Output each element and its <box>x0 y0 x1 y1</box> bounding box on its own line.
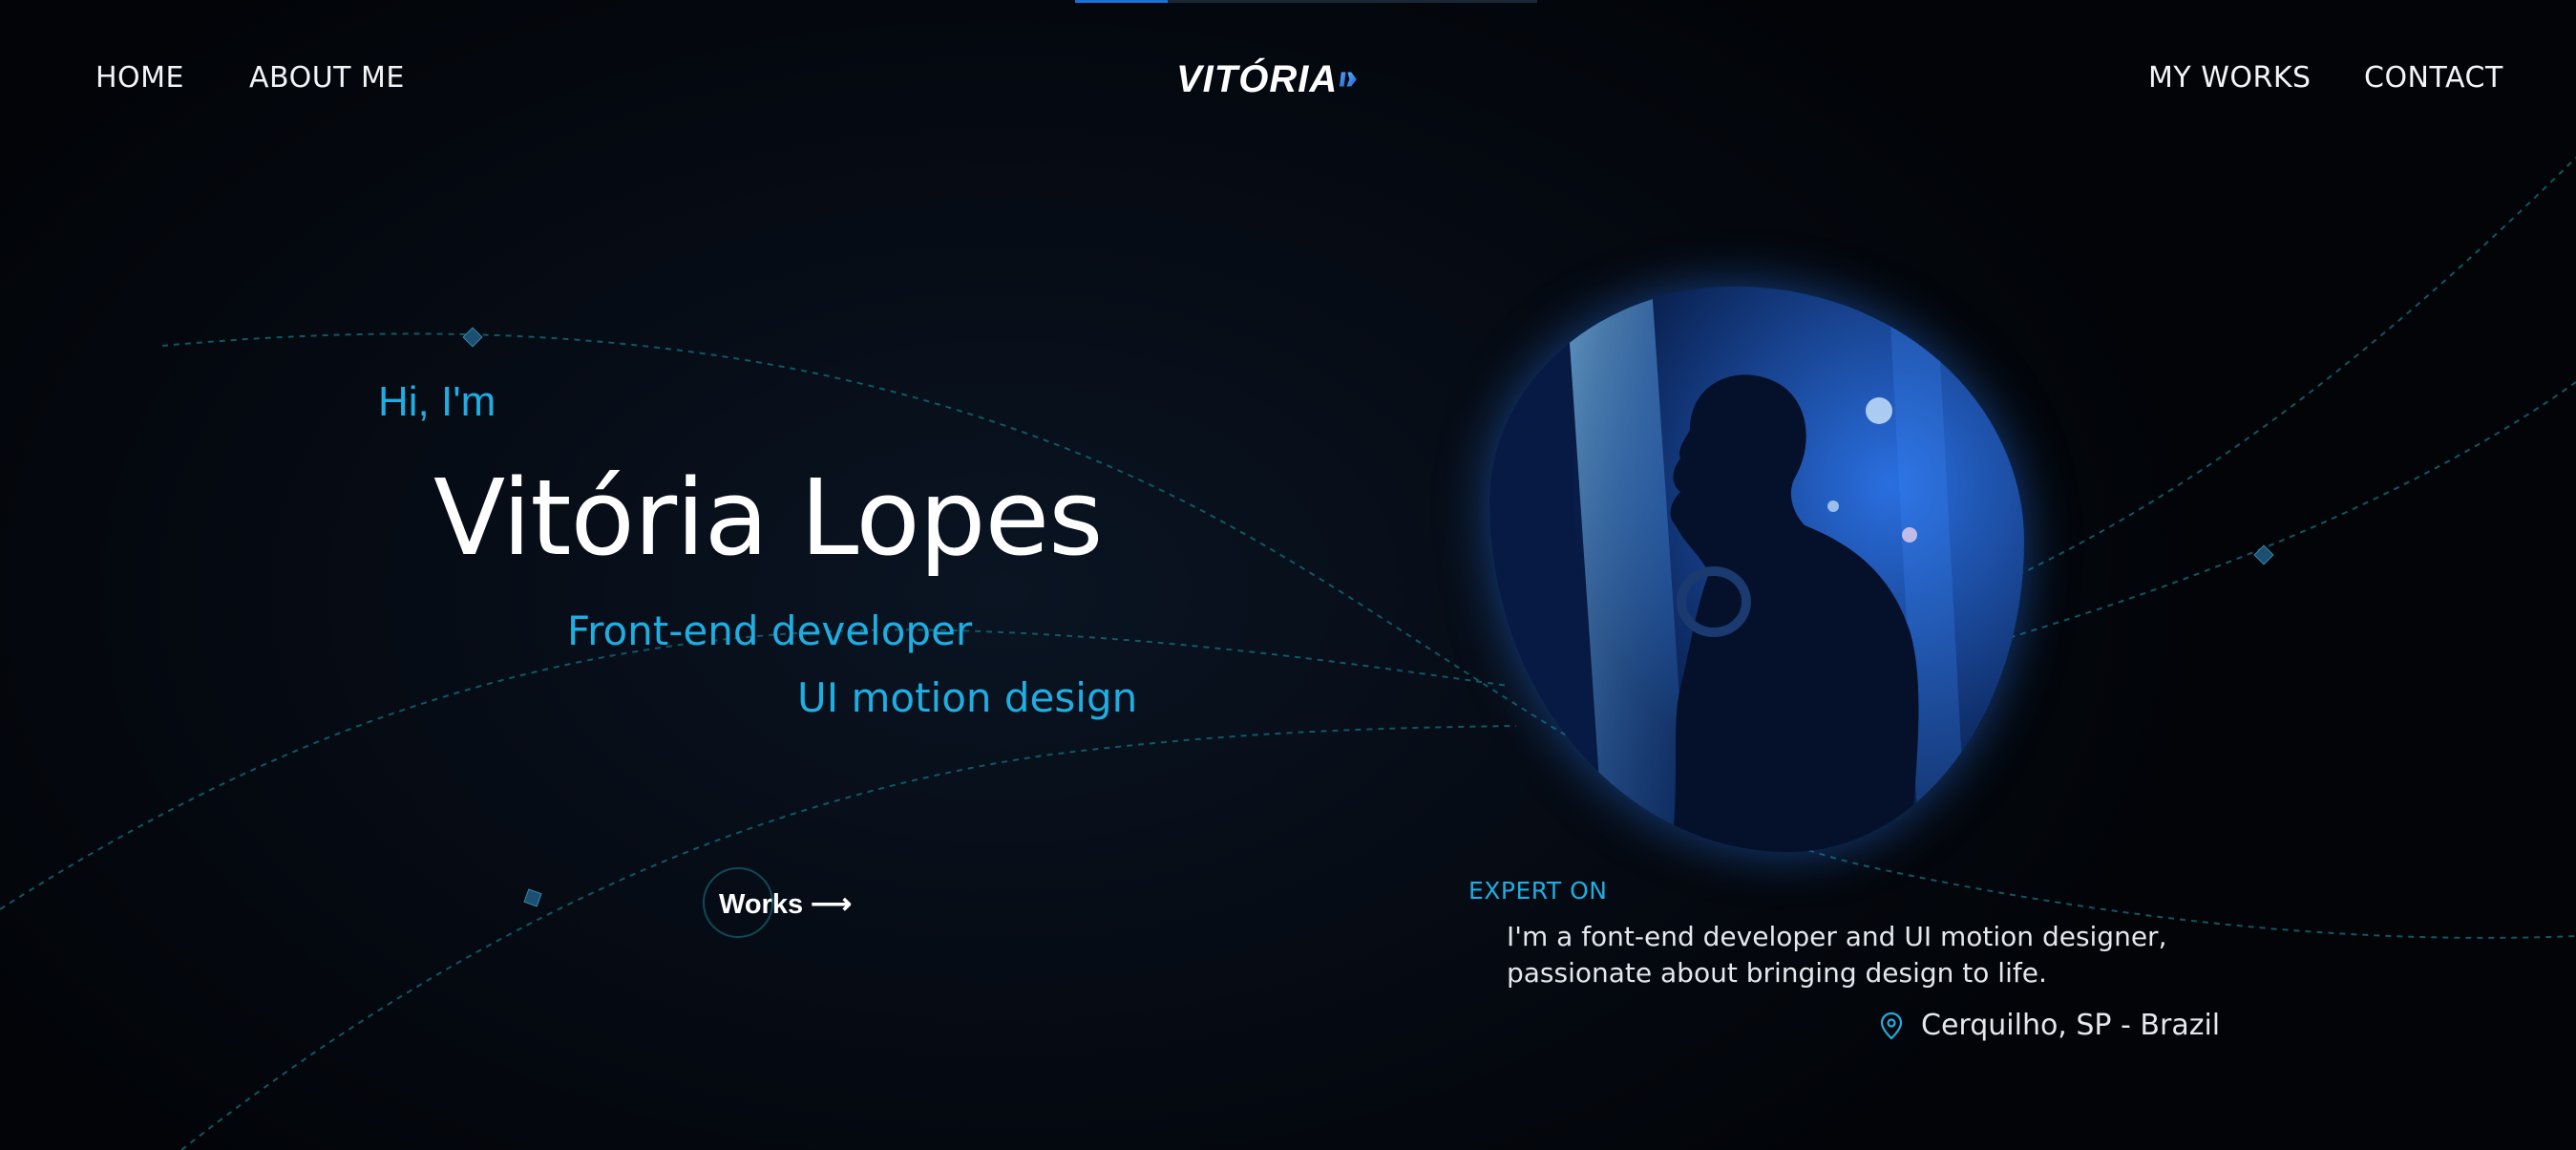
location-text: Cerquilho, SP - Brazil <box>1921 1009 2221 1042</box>
curve-line <box>1975 381 2576 649</box>
nav-home-link[interactable]: HOME <box>95 61 184 95</box>
page: HOME ABOUT ME MY WORKS CONTACT VITÓRIA H… <box>0 0 2576 1150</box>
nav-about-link[interactable]: ABOUT ME <box>249 61 405 95</box>
logo-chevron-icon <box>1340 72 1358 87</box>
role-text-primary: Front-end developer <box>567 607 973 654</box>
arrow-right-icon: ⟶ <box>811 887 853 920</box>
nav-contact-link[interactable]: CONTACT <box>2364 61 2503 95</box>
works-button-label: Works ⟶ <box>719 887 852 921</box>
diamond-marker <box>523 888 542 907</box>
curve-line <box>161 332 2576 939</box>
logo-text: VITÓRIA <box>1176 57 1339 100</box>
greeting-text: Hi, I'm <box>378 378 496 425</box>
works-button[interactable]: Works ⟶ <box>703 867 855 940</box>
works-label-text: Works <box>719 888 804 920</box>
portrait-illustration <box>1489 287 2024 852</box>
scroll-progress-bar <box>1075 0 1537 3</box>
hero-name: Vitória Lopes <box>433 457 1103 579</box>
portrait-image <box>1489 287 2024 852</box>
scroll-progress-fill <box>1075 0 1168 3</box>
role-text-secondary: UI motion design <box>797 674 1138 721</box>
nav-works-link[interactable]: MY WORKS <box>2148 61 2312 95</box>
diamond-marker <box>462 327 483 348</box>
map-pin-icon <box>1880 1012 1903 1039</box>
expert-heading: EXPERT ON <box>1468 877 1608 905</box>
portrait-frame <box>1489 287 2024 852</box>
diamond-marker <box>2253 544 2274 565</box>
location: Cerquilho, SP - Brazil <box>1879 1009 2220 1042</box>
bio-text: I'm a font-end developer and UI motion d… <box>1507 921 2167 989</box>
site-logo[interactable]: VITÓRIA <box>1176 57 1358 101</box>
curve-line <box>1975 157 2576 595</box>
